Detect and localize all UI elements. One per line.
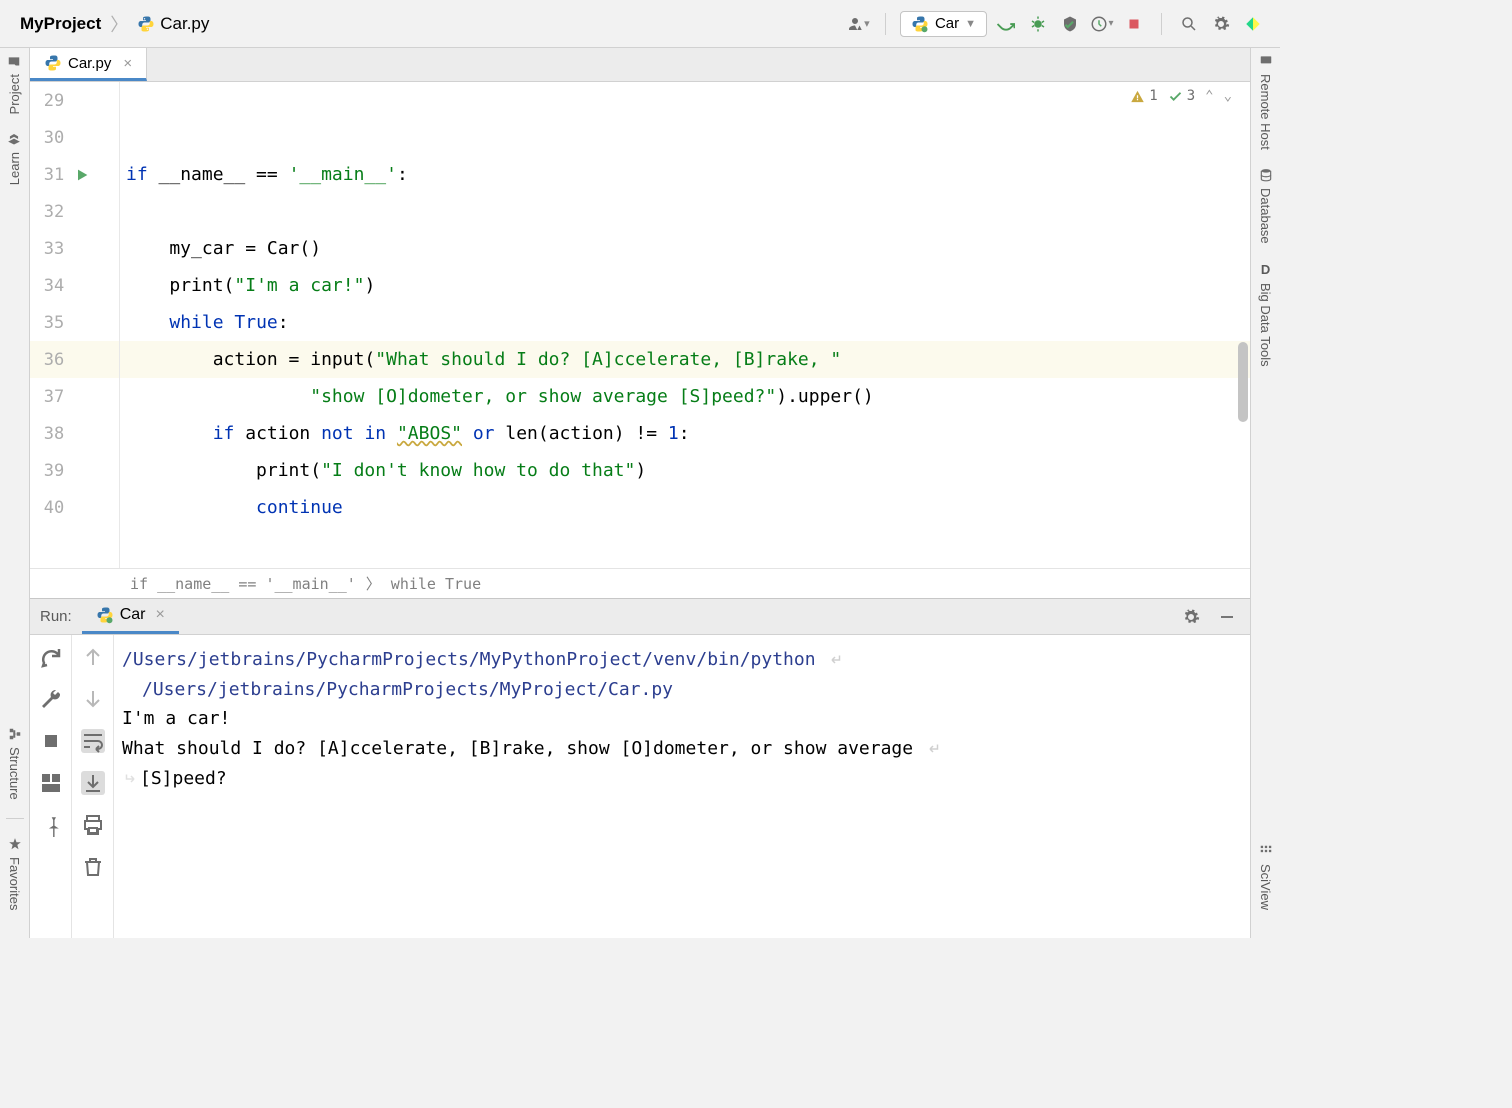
line-number: 40 bbox=[42, 498, 66, 518]
breadcrumb-file-label: Car.py bbox=[160, 14, 209, 34]
python-file-icon bbox=[44, 54, 62, 72]
sidebar-item-learn[interactable]: Learn bbox=[7, 132, 22, 185]
line-number: 35 bbox=[42, 313, 66, 333]
line-number: 37 bbox=[42, 387, 66, 407]
breadcrumb-item[interactable]: if __name__ == '__main__' bbox=[130, 575, 356, 593]
close-icon[interactable]: × bbox=[123, 55, 132, 72]
run-tab[interactable]: Car × bbox=[82, 599, 179, 634]
run-gutter-icon[interactable] bbox=[74, 167, 90, 183]
wrench-button[interactable] bbox=[39, 687, 63, 711]
star-icon bbox=[8, 837, 22, 851]
profile-button[interactable]: ▾ bbox=[1089, 11, 1115, 37]
run-settings-button[interactable] bbox=[1178, 604, 1204, 630]
sciview-icon bbox=[1259, 844, 1273, 858]
folder-icon bbox=[8, 54, 22, 68]
line-number: 38 bbox=[42, 424, 66, 444]
trash-button[interactable] bbox=[81, 855, 105, 879]
check-icon bbox=[1168, 89, 1183, 104]
toolbar-separator bbox=[885, 13, 886, 35]
line-number: 34 bbox=[42, 276, 66, 296]
sidebar-item-sciview[interactable]: SciView bbox=[1258, 844, 1273, 910]
vcs-user-icon[interactable]: ▾ bbox=[845, 11, 871, 37]
run-config-selector[interactable]: Car ▼ bbox=[900, 11, 987, 37]
python-file-icon bbox=[137, 15, 155, 33]
sidebar-item-database[interactable]: Database bbox=[1258, 168, 1273, 244]
stop-button[interactable] bbox=[1121, 11, 1147, 37]
line-number: 32 bbox=[42, 202, 66, 222]
warning-icon bbox=[1130, 89, 1145, 104]
up-button[interactable] bbox=[81, 645, 105, 669]
jetbrains-icon[interactable] bbox=[1240, 11, 1266, 37]
python-icon bbox=[96, 606, 114, 624]
breadcrumb-project[interactable]: MyProject bbox=[20, 14, 101, 34]
chevron-down-icon: ▼ bbox=[965, 18, 976, 30]
chevron-right-icon: 〉 bbox=[110, 11, 128, 37]
sidebar-item-label: Big Data Tools bbox=[1258, 283, 1273, 367]
run-config-label: Car bbox=[935, 15, 959, 32]
chevron-down-icon[interactable]: ⌄ bbox=[1224, 88, 1232, 104]
rail-separator bbox=[6, 818, 24, 819]
database-icon bbox=[1259, 168, 1273, 182]
line-number: 36 bbox=[42, 350, 66, 370]
sidebar-item-project[interactable]: Project bbox=[7, 54, 22, 114]
remote-icon bbox=[1259, 54, 1273, 68]
breadcrumb-item[interactable]: while True bbox=[391, 575, 481, 593]
sidebar-item-remote-host[interactable]: Remote Host bbox=[1258, 54, 1273, 150]
softwrap-continue-icon bbox=[122, 770, 140, 788]
sidebar-item-label: Favorites bbox=[7, 857, 22, 910]
learn-icon bbox=[8, 132, 22, 146]
sidebar-item-structure[interactable]: Structure bbox=[7, 727, 22, 800]
editor-breadcrumbs[interactable]: if __name__ == '__main__' 〉 while True bbox=[30, 568, 1250, 598]
editor-gutter: 29 30 31 32 33 34 35 36 37 38 39 40 bbox=[30, 82, 120, 568]
breadcrumb-file[interactable]: Car.py bbox=[137, 14, 209, 34]
run-button[interactable] bbox=[993, 11, 1019, 37]
sidebar-item-label: Remote Host bbox=[1258, 74, 1273, 150]
vertical-scrollbar[interactable] bbox=[1238, 342, 1248, 422]
chevron-up-icon[interactable]: ⌃ bbox=[1205, 88, 1213, 104]
pin-button[interactable] bbox=[39, 813, 63, 837]
layout-button[interactable] bbox=[39, 771, 63, 795]
sidebar-item-label: Structure bbox=[7, 747, 22, 800]
line-number: 33 bbox=[42, 239, 66, 259]
sidebar-item-label: Database bbox=[1258, 188, 1273, 244]
debug-button[interactable] bbox=[1025, 11, 1051, 37]
sidebar-item-badge: D bbox=[1261, 262, 1270, 277]
chevron-right-icon: 〉 bbox=[366, 573, 381, 594]
sidebar-item-big-data[interactable]: D Big Data Tools bbox=[1258, 262, 1273, 367]
scroll-to-end-button[interactable] bbox=[81, 771, 105, 795]
editor-tab[interactable]: Car.py × bbox=[30, 48, 147, 81]
close-icon[interactable]: × bbox=[155, 606, 164, 624]
run-panel-label: Run: bbox=[40, 608, 72, 625]
run-tab-label: Car bbox=[120, 606, 146, 624]
hide-panel-button[interactable] bbox=[1214, 604, 1240, 630]
sidebar-item-label: SciView bbox=[1258, 864, 1273, 910]
settings-button[interactable] bbox=[1208, 11, 1234, 37]
coverage-button[interactable] bbox=[1057, 11, 1083, 37]
rerun-button[interactable] bbox=[39, 645, 63, 669]
editor-code[interactable]: 1 3 ⌃ ⌄ if __name__ == '__main__': my_ca… bbox=[120, 82, 1250, 568]
stop-run-button[interactable] bbox=[39, 729, 63, 753]
search-button[interactable] bbox=[1176, 11, 1202, 37]
down-button[interactable] bbox=[81, 687, 105, 711]
softwrap-indicator-icon bbox=[826, 651, 844, 669]
print-button[interactable] bbox=[81, 813, 105, 837]
line-number: 39 bbox=[42, 461, 66, 481]
line-number: 31 bbox=[42, 165, 66, 185]
toolbar-separator bbox=[1161, 13, 1162, 35]
inspections-widget[interactable]: 1 3 ⌃ ⌄ bbox=[1130, 88, 1232, 104]
editor-tab-label: Car.py bbox=[68, 55, 111, 72]
softwrap-indicator-icon bbox=[924, 740, 942, 758]
line-number: 29 bbox=[42, 91, 66, 111]
python-icon bbox=[911, 15, 929, 33]
line-number: 30 bbox=[42, 128, 66, 148]
sidebar-item-favorites[interactable]: Favorites bbox=[7, 837, 22, 910]
structure-icon bbox=[8, 727, 22, 741]
sidebar-item-label: Learn bbox=[7, 152, 22, 185]
console-output[interactable]: /Users/jetbrains/PycharmProjects/MyPytho… bbox=[114, 635, 1250, 938]
sidebar-item-label: Project bbox=[7, 74, 22, 114]
soft-wrap-button[interactable] bbox=[81, 729, 105, 753]
